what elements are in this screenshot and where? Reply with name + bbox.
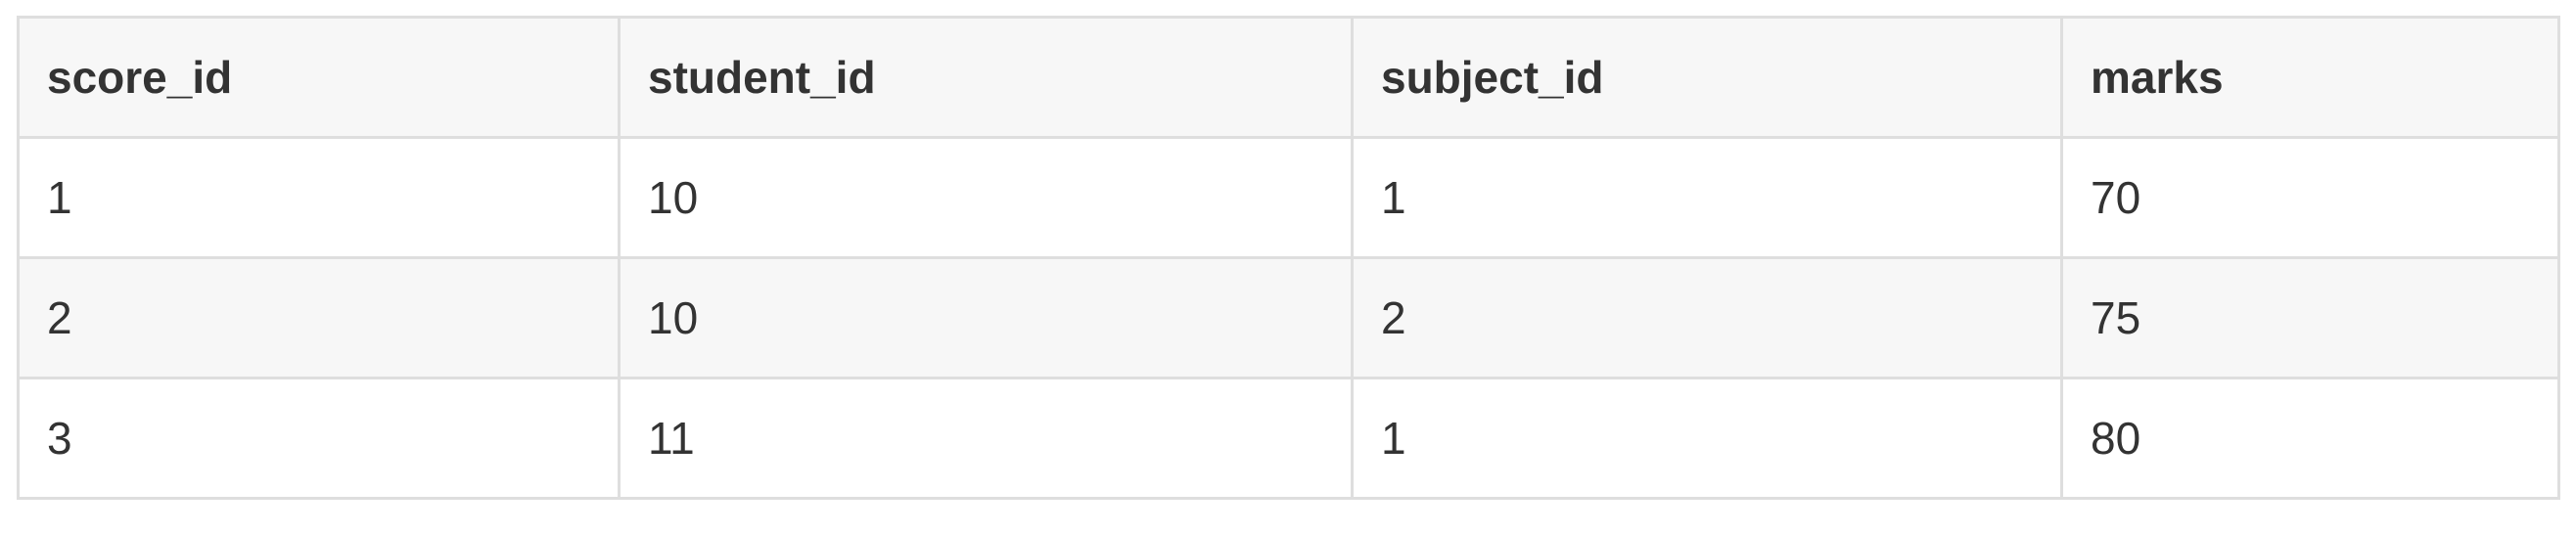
cell-marks: 80 [2060,377,2560,500]
table-row: 1 10 1 70 [17,136,2560,259]
column-header-score-id: score_id [17,16,621,139]
table-row: 3 11 1 80 [17,377,2560,500]
cell-marks: 70 [2060,136,2560,259]
cell-score-id: 2 [17,256,621,379]
cell-student-id: 10 [618,256,1354,379]
scores-table: score_id student_id subject_id marks 1 1… [17,16,2560,500]
cell-subject-id: 2 [1351,256,2063,379]
header-row: score_id student_id subject_id marks [17,16,2560,139]
column-header-marks: marks [2060,16,2560,139]
table-header: score_id student_id subject_id marks [17,16,2560,139]
cell-subject-id: 1 [1351,136,2063,259]
table-row: 2 10 2 75 [17,256,2560,379]
column-header-subject-id: subject_id [1351,16,2063,139]
cell-subject-id: 1 [1351,377,2063,500]
cell-student-id: 10 [618,136,1354,259]
table-body: 1 10 1 70 2 10 2 75 3 11 1 80 [17,136,2560,500]
cell-marks: 75 [2060,256,2560,379]
cell-student-id: 11 [618,377,1354,500]
scores-table-container: score_id student_id subject_id marks 1 1… [17,16,2560,500]
cell-score-id: 1 [17,136,621,259]
cell-score-id: 3 [17,377,621,500]
column-header-student-id: student_id [618,16,1354,139]
